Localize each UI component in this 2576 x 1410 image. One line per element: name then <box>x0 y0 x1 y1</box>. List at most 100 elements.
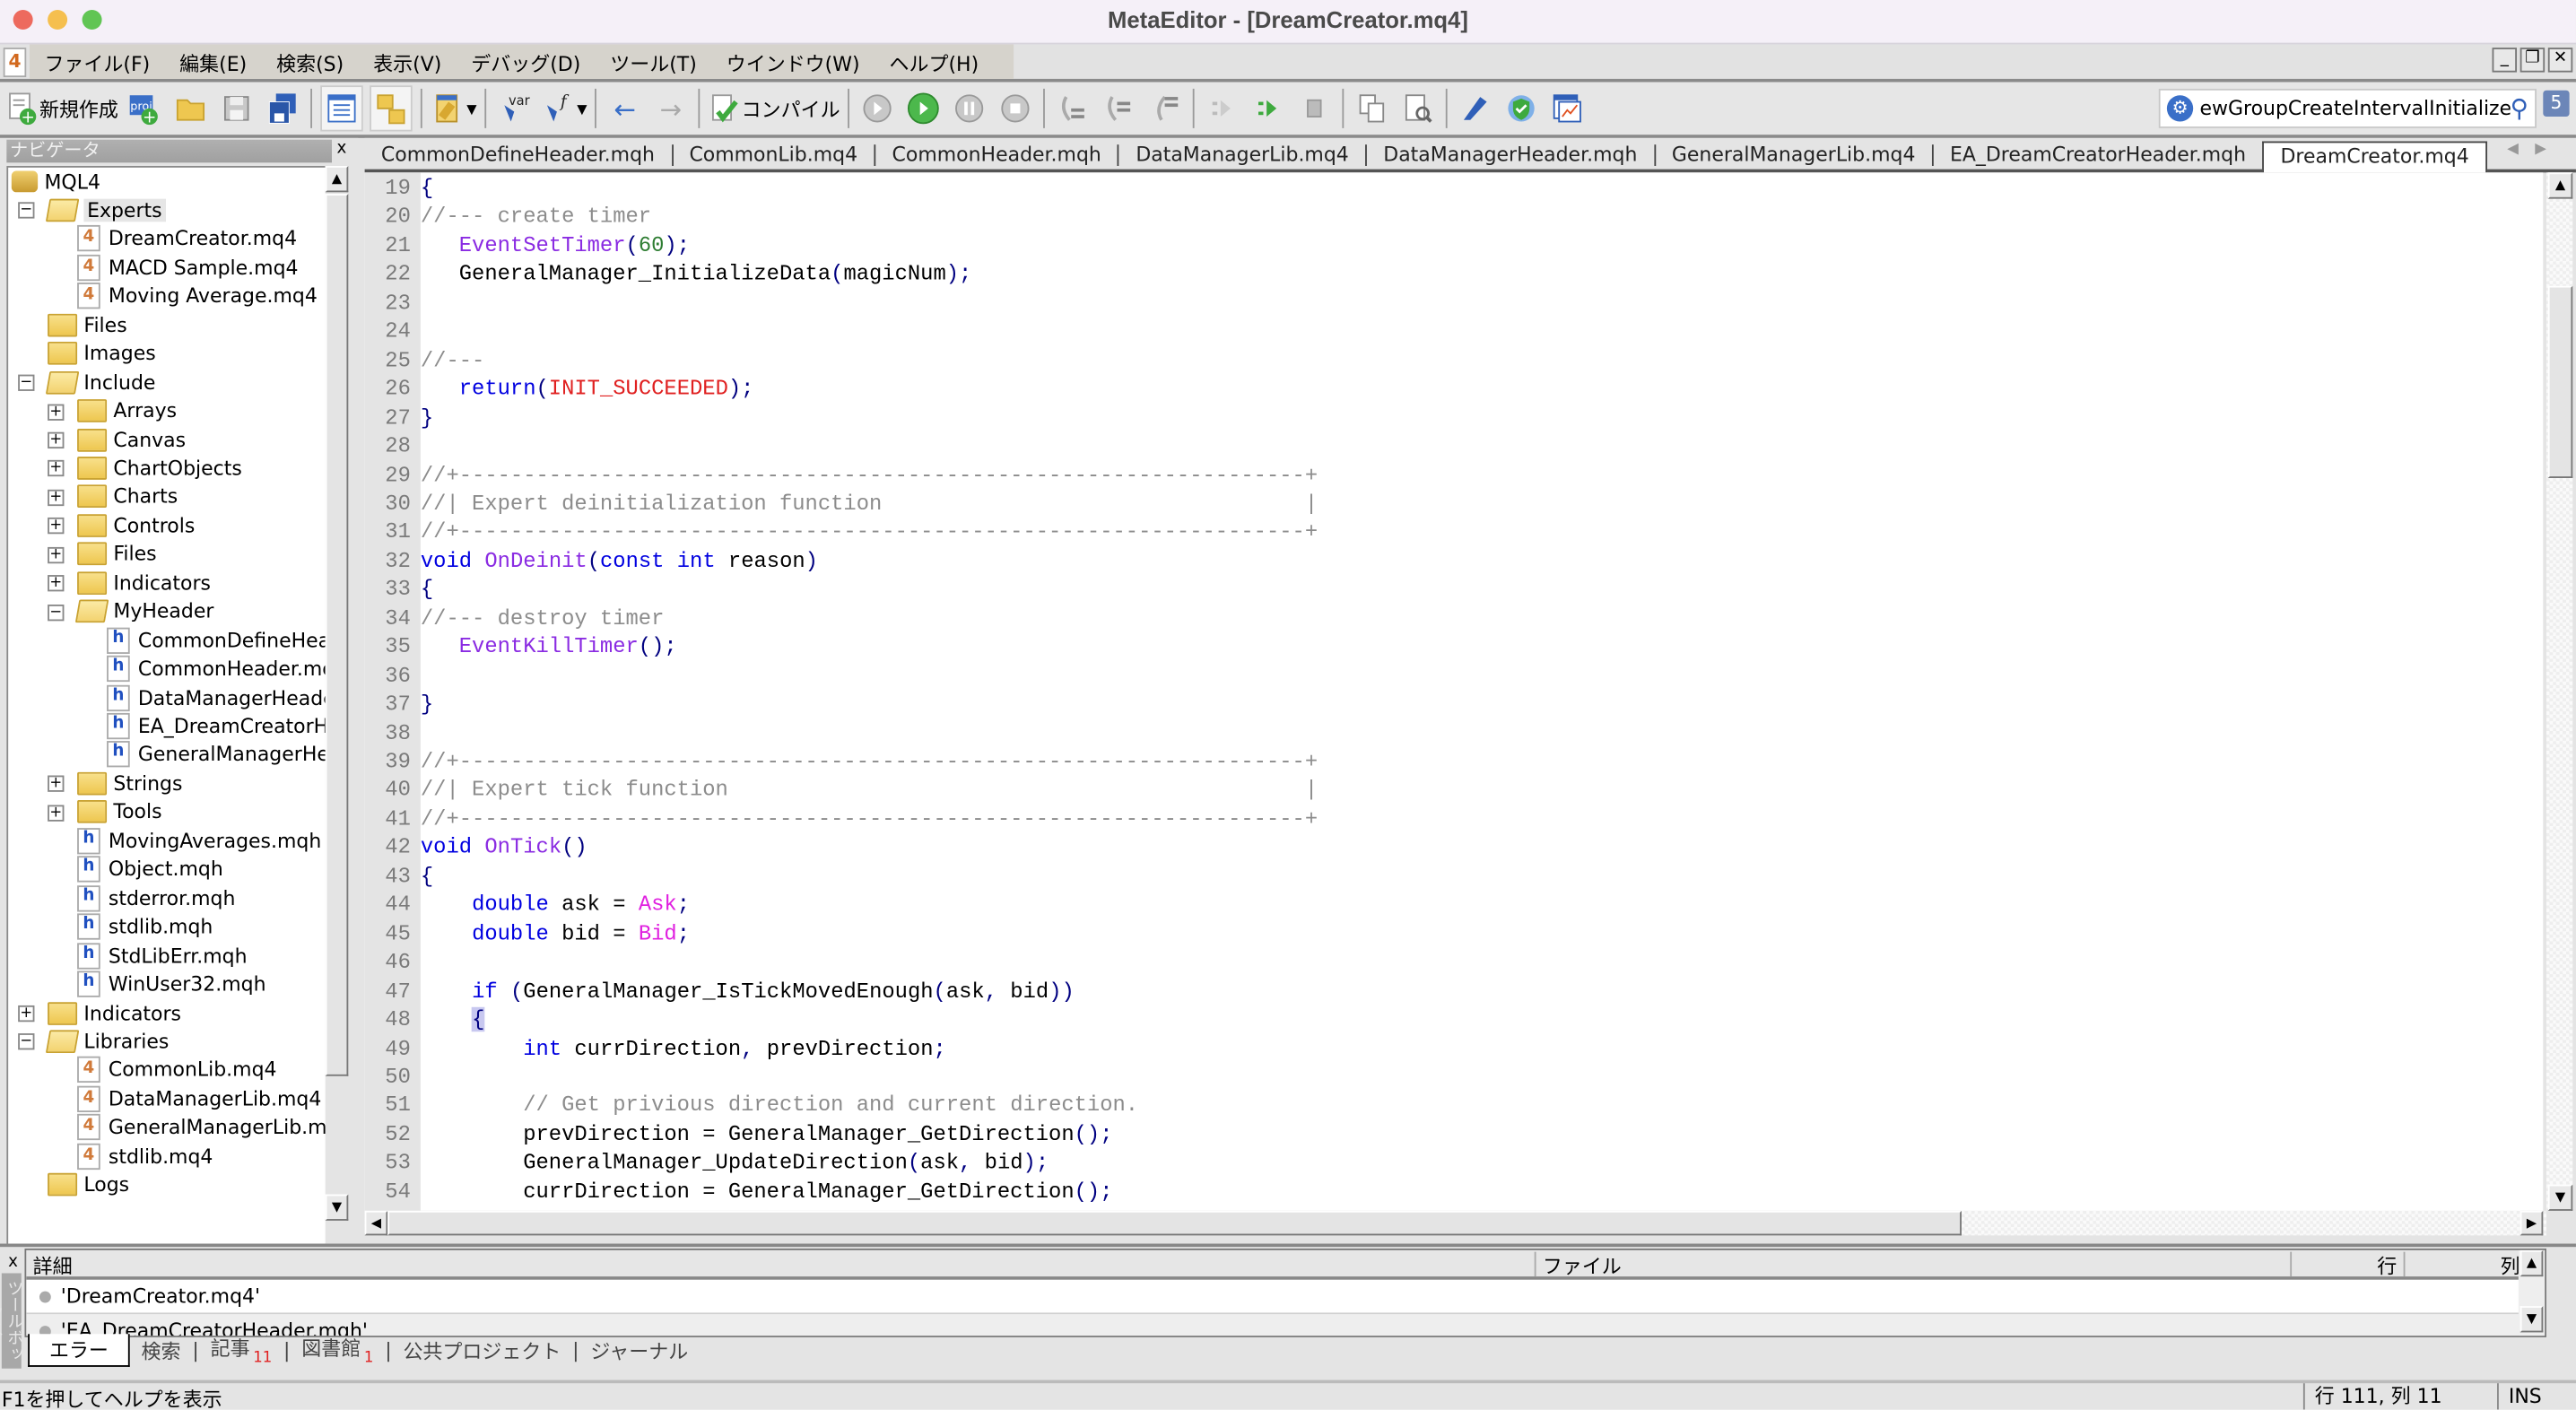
code-line[interactable]: 38 <box>365 718 2544 747</box>
close-icon[interactable]: x <box>8 1254 18 1272</box>
tree-item[interactable]: Charts <box>77 483 178 510</box>
code-line[interactable]: 30 //| Expert deinitialization function | <box>365 490 2544 518</box>
column-header-line[interactable]: 行 <box>2290 1251 2403 1278</box>
expand-icon[interactable]: + <box>48 776 65 793</box>
tree-item[interactable]: Images <box>48 339 156 367</box>
expand-icon[interactable]: + <box>18 1005 35 1023</box>
menu-item[interactable]: デバッグ(D) <box>457 44 596 78</box>
toolbox-tab[interactable]: ジャーナル <box>579 1336 700 1364</box>
code-line[interactable]: 40 //| Expert tick function | <box>365 776 2544 805</box>
next-breakpoint-button[interactable] <box>1249 87 1289 130</box>
tree-item[interactable]: MyHeader <box>74 597 213 625</box>
tree-item[interactable]: h GeneralManagerHeader.mqh <box>107 741 326 769</box>
insert-var-button[interactable]: var <box>495 87 535 130</box>
toolbox-scrollbar[interactable]: ▲ ▼ <box>2518 1249 2546 1336</box>
tree-item[interactable]: h CommonDefineHeader.mqh <box>107 626 326 654</box>
tree-item[interactable]: 4 MACD Sample.mq4 <box>77 254 299 282</box>
code-line[interactable]: 54 currDirection = GeneralManager_GetDir… <box>365 1178 2544 1206</box>
code-line[interactable]: 41 //+-----------------------------------… <box>365 805 2544 833</box>
code-line[interactable]: 25 //--- <box>365 346 2544 375</box>
tree-item[interactable]: 4 stdlib.mq4 <box>77 1142 213 1170</box>
code-line[interactable]: 21 EventSetTimer(60); <box>365 231 2544 260</box>
code-line[interactable]: 31 //+-----------------------------------… <box>365 518 2544 547</box>
tree-item[interactable]: h DataManagerHeader.mqh <box>107 683 326 711</box>
close-icon[interactable]: x <box>336 140 346 158</box>
code-line[interactable]: 53 GeneralManager_UpdateDirection(ask, b… <box>365 1149 2544 1178</box>
copy-button[interactable] <box>1353 87 1392 130</box>
code-line[interactable]: 34 //--- destroy timer <box>365 605 2544 633</box>
code-line[interactable]: 32 void OnDeinit(const int reason) <box>365 547 2544 576</box>
virtual-hosting-button[interactable] <box>1502 87 1542 130</box>
mdi-close-button[interactable]: ✕ <box>2547 48 2573 73</box>
scroll-up-icon[interactable]: ▲ <box>325 165 349 193</box>
scroll-up-icon[interactable]: ▲ <box>2547 172 2573 199</box>
code-line[interactable]: 48 { <box>365 1005 2544 1034</box>
search-input-value[interactable]: ewGroupCreateIntervalInitialize <box>2200 97 2511 120</box>
column-header-detail[interactable]: 詳細 <box>26 1252 73 1278</box>
tree-item[interactable]: Canvas <box>77 425 186 453</box>
code-line[interactable]: 52 prevDirection = GeneralManager_GetDir… <box>365 1120 2544 1149</box>
code-line[interactable]: 29 //+-----------------------------------… <box>365 461 2544 490</box>
tree-item[interactable]: Tools <box>77 798 162 826</box>
tree-item[interactable]: h stdlib.mqh <box>77 913 213 941</box>
tree-item[interactable]: h CommonHeader.mqh <box>107 655 326 683</box>
toolbox-tab[interactable]: 記事 11 <box>199 1334 283 1367</box>
chevron-down-icon[interactable]: ▼ <box>577 101 587 116</box>
step-out-button[interactable] <box>1145 87 1185 130</box>
tree-item[interactable]: Strings <box>77 770 182 797</box>
back-button[interactable]: ← <box>605 87 645 130</box>
tree-item[interactable]: Files <box>48 311 127 339</box>
code-line[interactable]: 49 int currDirection, prevDirection; <box>365 1034 2544 1063</box>
code-line[interactable]: 28 <box>365 432 2544 461</box>
tree-item[interactable]: Controls <box>77 511 195 539</box>
mdi-restore-button[interactable]: ❐ <box>2519 48 2546 73</box>
compile-button[interactable]: コンパイル <box>709 87 840 130</box>
scroll-left-icon[interactable]: ◀ <box>364 1210 388 1236</box>
open-button[interactable] <box>171 87 211 130</box>
menu-item[interactable]: ウインドウ(W) <box>711 44 875 78</box>
forward-button[interactable]: → <box>651 87 691 130</box>
toolbox-tab[interactable]: 図書館 1 <box>290 1334 385 1367</box>
scroll-up-icon[interactable]: ▲ <box>2519 1249 2544 1277</box>
tree-item[interactable]: Indicators <box>48 999 181 1027</box>
save-all-button[interactable] <box>263 87 302 130</box>
file-tab[interactable]: DreamCreator.mq4 <box>2262 141 2487 173</box>
save-button[interactable] <box>217 87 257 130</box>
file-tab[interactable]: EA_DreamCreatorHeader.mqh <box>1934 142 2263 170</box>
file-tab[interactable]: DataManagerHeader.mqh <box>1367 142 1654 170</box>
tree-item[interactable]: h MovingAverages.mqh <box>77 827 321 855</box>
styler-button[interactable]: ▼ <box>431 87 476 130</box>
community-button[interactable] <box>1456 87 1495 130</box>
editor-vertical-scrollbar[interactable]: ▲ ▼ <box>2546 172 2573 1211</box>
tree-item[interactable]: h WinUser32.mqh <box>77 970 266 998</box>
code-line[interactable]: 26 return(INIT_SUCCEEDED); <box>365 375 2544 404</box>
trading-chart-button[interactable] <box>1548 87 1588 130</box>
scroll-down-icon[interactable]: ▼ <box>2519 1306 2544 1333</box>
toolbox-tab[interactable]: 公共プロジェクト <box>392 1336 573 1364</box>
mq4-document-icon[interactable]: 4 <box>3 48 27 78</box>
messages-badge[interactable]: 5 <box>2543 90 2570 118</box>
code-line[interactable]: 47 if (GeneralManager_IsTickMovedEnough(… <box>365 977 2544 1005</box>
menu-item[interactable]: ファイル(F) <box>30 44 165 78</box>
tree-item[interactable]: Arrays <box>77 396 177 424</box>
find-in-files-button[interactable] <box>1398 87 1438 130</box>
debug-history-button[interactable] <box>858 87 898 130</box>
toolbox-tab[interactable]: 検索 <box>130 1336 193 1364</box>
insert-function-button[interactable]: f ▼ <box>541 87 587 130</box>
code-line[interactable]: 39 //+-----------------------------------… <box>365 747 2544 776</box>
file-tab[interactable]: CommonHeader.mqh <box>875 142 1118 170</box>
code-line[interactable]: 37} <box>365 690 2544 718</box>
code-area[interactable]: 19{20//--- create timer 21 EventSetTimer(… <box>364 172 2544 1211</box>
menu-item[interactable]: 検索(S) <box>262 44 359 78</box>
expand-icon[interactable]: + <box>48 403 65 421</box>
code-line[interactable]: 35 EventKillTimer(); <box>365 633 2544 662</box>
tree-item[interactable]: 4 DataManagerLib.mq4 <box>77 1084 321 1112</box>
code-line[interactable]: 19 { <box>365 174 2544 203</box>
expand-icon[interactable]: + <box>48 518 65 535</box>
file-tab[interactable]: CommonLib.mq4 <box>673 142 874 170</box>
menu-item[interactable]: ヘルプ(H) <box>875 44 994 78</box>
tree-item[interactable]: Files <box>77 540 157 568</box>
tab-scroll-arrows[interactable]: ◀▶ <box>2507 142 2563 158</box>
tree-root[interactable]: MQL4 <box>11 168 100 196</box>
debug-stop-button[interactable] <box>996 87 1036 130</box>
